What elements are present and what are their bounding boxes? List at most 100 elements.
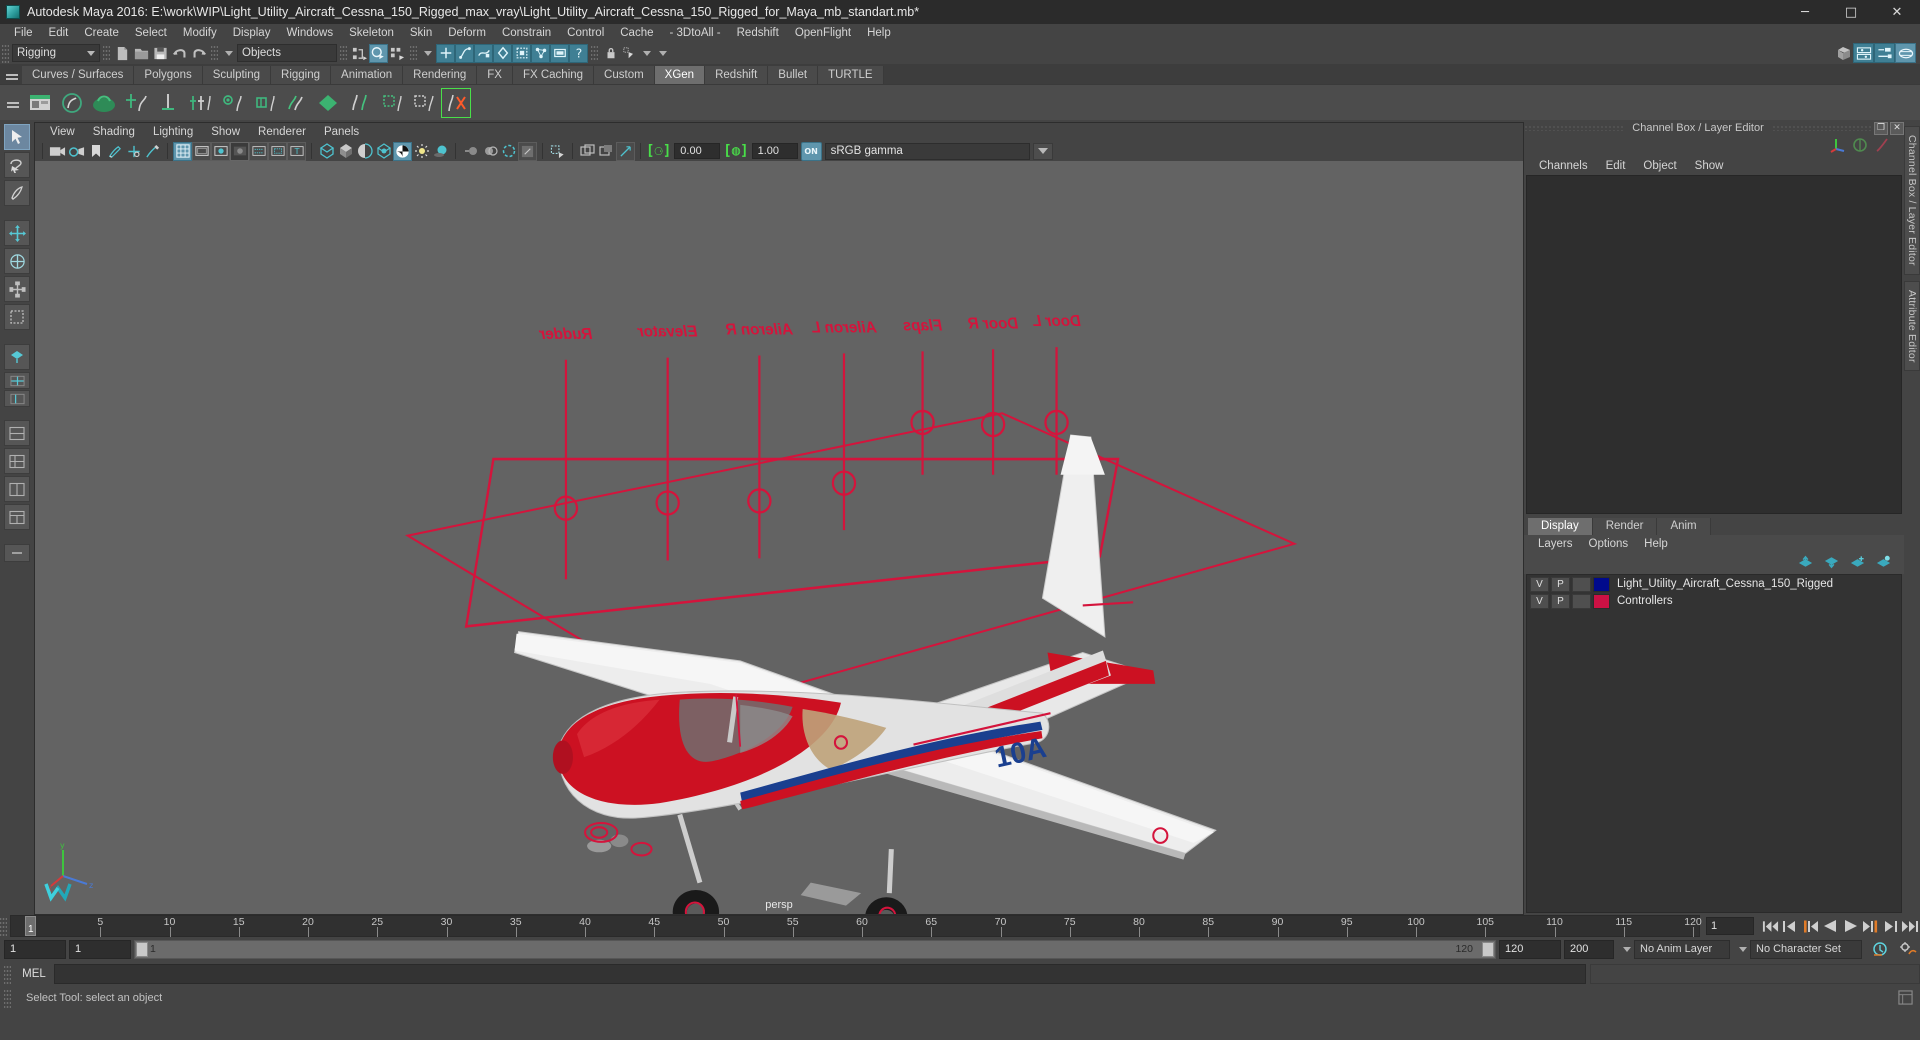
- menu-help[interactable]: Help: [859, 24, 899, 42]
- isolate-select-icon[interactable]: [499, 142, 518, 161]
- grease-pencil-icon[interactable]: [105, 142, 124, 161]
- attribute-curve-icon[interactable]: [1874, 137, 1890, 156]
- move-tool[interactable]: [4, 220, 30, 246]
- anim-end-field[interactable]: 200: [1564, 939, 1614, 959]
- safe-title-icon[interactable]: T: [287, 141, 306, 161]
- color-profile-chevron-icon[interactable]: [1032, 142, 1053, 160]
- smooth-preview-icon[interactable]: [597, 142, 616, 161]
- layer-list[interactable]: V P Light_Utility_Aircraft_Cessna_150_Ri…: [1526, 573, 1902, 913]
- sidetab-attribute-editor[interactable]: Attribute Editor: [1904, 280, 1920, 372]
- close-button[interactable]: ✕: [1874, 0, 1920, 24]
- shelf-tabs-menu-icon[interactable]: [2, 66, 22, 84]
- menu-file[interactable]: File: [6, 24, 41, 42]
- time-slider-grip[interactable]: [0, 916, 7, 936]
- field-chart-icon[interactable]: [249, 141, 268, 161]
- viewport-menu-renderer[interactable]: Renderer: [249, 123, 315, 141]
- xgen-comb-icon[interactable]: [249, 88, 279, 118]
- channel-box-icon[interactable]: [1895, 43, 1916, 63]
- sidetab-channel-box-layer-editor[interactable]: Channel Box / Layer Editor: [1904, 126, 1920, 275]
- show-hide-editors-icon[interactable]: [1834, 44, 1853, 63]
- layer-row-2[interactable]: V P Controllers: [1527, 593, 1901, 610]
- dynamics-mask-icon[interactable]: [512, 43, 531, 63]
- xgen-lock-guide-icon[interactable]: [217, 88, 247, 118]
- textured-icon[interactable]: [374, 142, 393, 161]
- exposure-region-icon[interactable]: [578, 142, 597, 161]
- shelf-tab-bullet[interactable]: Bullet: [768, 66, 819, 84]
- paint-select-tool[interactable]: [4, 180, 30, 206]
- gamma-field[interactable]: 1.00: [751, 143, 798, 159]
- command-language-label[interactable]: MEL: [14, 968, 54, 980]
- xgen-create-description-icon[interactable]: [57, 88, 87, 118]
- xgen-density-icon[interactable]: [281, 88, 311, 118]
- channelbox-menu-channels[interactable]: Channels: [1530, 160, 1597, 172]
- xgen-add-guide-icon[interactable]: [121, 88, 151, 118]
- camera-attributes-icon[interactable]: [48, 142, 67, 161]
- resolution-gate-icon[interactable]: [211, 141, 230, 161]
- help-line-icon[interactable]: [1898, 990, 1914, 1006]
- shelf-tab-fx[interactable]: FX: [477, 66, 513, 84]
- layer-menu-options[interactable]: Options: [1581, 538, 1637, 550]
- viewport-menu-lighting[interactable]: Lighting: [144, 123, 202, 141]
- xgen-sculpt-guide-icon[interactable]: [153, 88, 183, 118]
- layer-tab-render[interactable]: Render: [1592, 517, 1658, 535]
- curves-mask-icon[interactable]: [455, 43, 474, 63]
- wireframe-icon[interactable]: [317, 142, 336, 161]
- move-layer-down-icon[interactable]: [1823, 555, 1840, 572]
- channelbox-menu-edit[interactable]: Edit: [1597, 160, 1635, 172]
- panel-grip-right[interactable]: [1771, 125, 1872, 131]
- layer-name[interactable]: Controllers: [1617, 595, 1673, 607]
- axis-gizmo-icon[interactable]: [1830, 137, 1846, 156]
- xgen-move-guide-icon[interactable]: [185, 88, 215, 118]
- outliner-persp-graph-layout[interactable]: [4, 476, 30, 502]
- xgen-export-icon[interactable]: [441, 87, 471, 118]
- screen-space-ao-icon[interactable]: [431, 142, 450, 161]
- panel-grip-left[interactable]: [1524, 125, 1625, 131]
- viewport-menu-view[interactable]: View: [41, 123, 84, 141]
- tool-settings-icon[interactable]: [1874, 43, 1895, 63]
- layer-menu-layers[interactable]: Layers: [1530, 538, 1581, 550]
- deformers-mask-icon[interactable]: [493, 43, 512, 63]
- safe-action-icon[interactable]: [268, 141, 287, 161]
- range-start-field[interactable]: 1: [69, 939, 131, 959]
- step-forward-frame-icon[interactable]: [1860, 916, 1880, 936]
- xgen-cut-icon[interactable]: [377, 88, 407, 118]
- selection-mask-chevron-icon[interactable]: [225, 50, 233, 56]
- lock-selection-icon[interactable]: [601, 44, 620, 63]
- toolbar-grip-5[interactable]: [591, 44, 598, 62]
- menu-constrain[interactable]: Constrain: [494, 24, 559, 42]
- layer-type-toggle[interactable]: [1572, 593, 1591, 609]
- character-set-dropdown[interactable]: No Character Set: [1750, 939, 1862, 959]
- move-layer-up-icon[interactable]: [1797, 555, 1814, 572]
- statusline-collapse-1-icon[interactable]: [643, 50, 651, 56]
- menu-skeleton[interactable]: Skeleton: [341, 24, 402, 42]
- grid-toggle-icon[interactable]: [173, 141, 192, 161]
- range-slider-left-handle[interactable]: [136, 941, 148, 957]
- four-view-layout[interactable]: [4, 372, 30, 389]
- rotate-tool[interactable]: [4, 248, 30, 274]
- exposure-field[interactable]: 0.00: [674, 143, 721, 159]
- undo-icon[interactable]: [170, 44, 189, 63]
- surfaces-mask-icon[interactable]: [474, 43, 493, 63]
- layer-name[interactable]: Light_Utility_Aircraft_Cessna_150_Rigged: [1617, 578, 1833, 590]
- range-options-chevron-icon[interactable]: [1623, 946, 1631, 952]
- layer-playback-toggle[interactable]: P: [1551, 593, 1570, 609]
- single-perspective-layout[interactable]: [4, 344, 30, 370]
- attribute-editor-icon[interactable]: [1853, 43, 1874, 63]
- statusline-collapse-2-icon[interactable]: [659, 50, 667, 56]
- create-layer-from-selected-icon[interactable]: [1875, 555, 1892, 572]
- xgen-window-icon[interactable]: [25, 88, 55, 118]
- select-tool[interactable]: [4, 124, 30, 150]
- play-backwards-icon[interactable]: [1820, 916, 1840, 936]
- statusline-gripper[interactable]: [2, 43, 9, 63]
- shelf-tab-polygons[interactable]: Polygons: [134, 66, 203, 84]
- shelf-tab-xgen[interactable]: XGen: [654, 66, 706, 84]
- go-to-end-icon[interactable]: [1900, 916, 1920, 936]
- help-line-grip[interactable]: [4, 988, 11, 1008]
- layer-row-1[interactable]: V P Light_Utility_Aircraft_Cessna_150_Ri…: [1527, 576, 1901, 593]
- persp-graph-layout[interactable]: [4, 420, 30, 446]
- rotate-manip-icon[interactable]: [1852, 137, 1868, 156]
- film-gate-icon[interactable]: [192, 141, 211, 161]
- shelf-tab-animation[interactable]: Animation: [331, 66, 404, 84]
- step-back-frame-icon[interactable]: [1800, 916, 1820, 936]
- minimize-button[interactable]: ─: [1782, 0, 1828, 24]
